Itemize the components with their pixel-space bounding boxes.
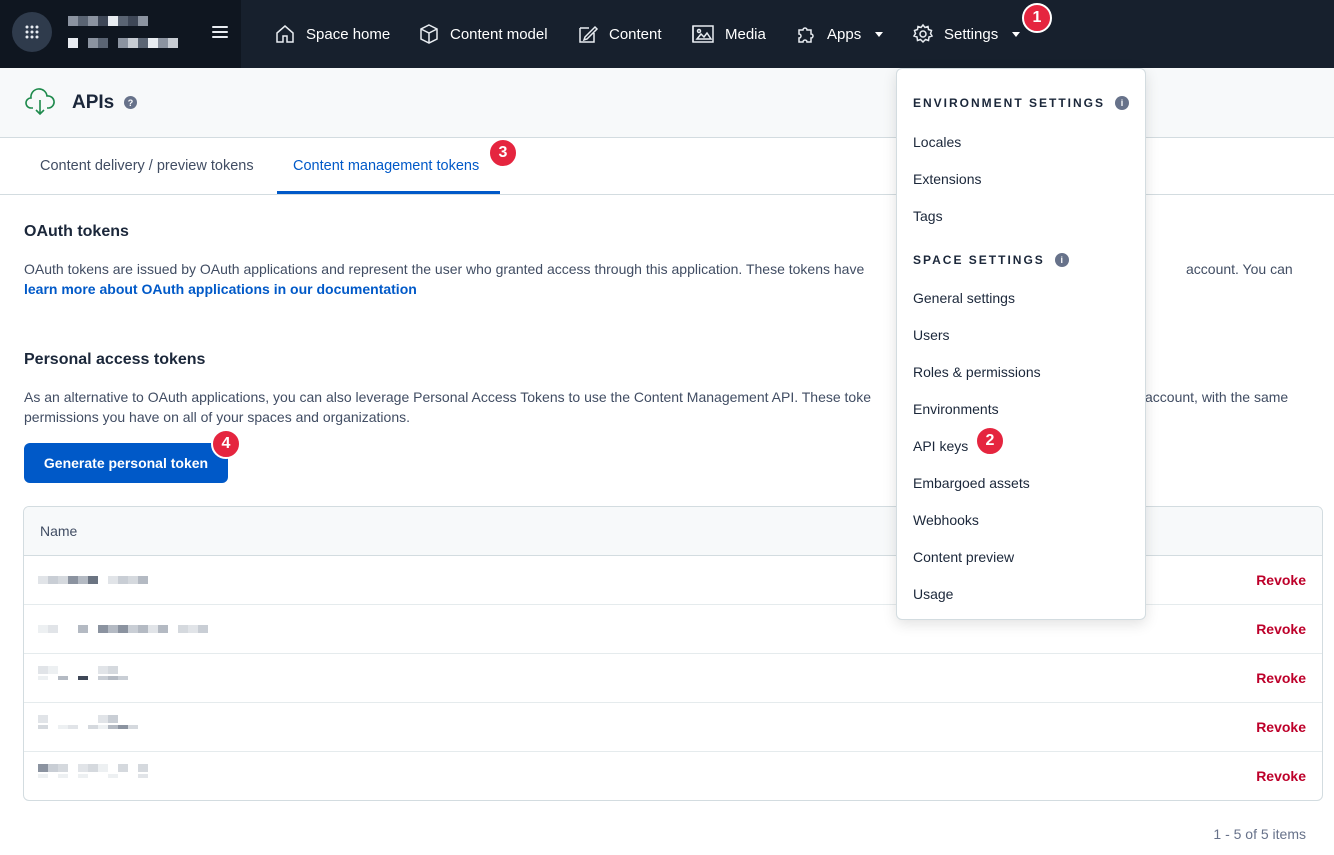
menu-item-api-keys[interactable]: API keys <box>913 438 968 454</box>
generate-token-button[interactable]: Generate personal token <box>24 443 228 483</box>
token-name-redacted <box>38 576 148 584</box>
menu-item-general-settings[interactable]: General settings <box>913 290 1015 306</box>
revoke-link[interactable]: Revoke <box>1256 621 1306 637</box>
menu-item-usage[interactable]: Usage <box>913 586 953 602</box>
menu-item-embargoed-assets[interactable]: Embargoed assets <box>913 475 1030 491</box>
step-badge-2: 2 <box>975 426 1005 456</box>
house-icon <box>276 25 294 43</box>
top-nav: Space home Content model Content Media A… <box>0 0 1334 68</box>
oauth-text: OAuth tokens are issued by OAuth applica… <box>24 261 865 277</box>
nav-content[interactable]: Content <box>577 20 662 48</box>
token-name-redacted <box>38 625 208 633</box>
nav-content-model[interactable]: Content model <box>418 20 548 48</box>
nav-label: Space home <box>306 25 391 43</box>
menu-item-environments[interactable]: Environments <box>913 401 999 417</box>
nav-label: Settings <box>944 25 999 43</box>
menu-item-roles-permissions[interactable]: Roles & permissions <box>913 364 1041 380</box>
grid-dots-icon <box>25 25 39 39</box>
cube-icon <box>420 24 438 44</box>
revoke-link[interactable]: Revoke <box>1256 572 1306 588</box>
token-name-redacted <box>38 715 138 729</box>
tab-content-delivery[interactable]: Content delivery / preview tokens <box>40 158 254 174</box>
revoke-link[interactable]: Revoke <box>1256 768 1306 784</box>
oauth-section-title: OAuth tokens <box>24 223 129 240</box>
image-icon <box>692 25 714 43</box>
revoke-link[interactable]: Revoke <box>1256 719 1306 735</box>
menu-toggle-button[interactable] <box>212 26 228 40</box>
info-icon[interactable]: i <box>1054 253 1069 267</box>
menu-item-users[interactable]: Users <box>913 327 950 343</box>
menu-item-extensions[interactable]: Extensions <box>913 171 981 187</box>
heading-label: ENVIRONMENT SETTINGS <box>913 96 1106 110</box>
nav-label: Apps <box>827 25 862 43</box>
nav-settings[interactable]: Settings <box>912 20 1021 48</box>
step-badge-3: 3 <box>488 138 518 168</box>
cloud-upload-icon <box>25 88 55 116</box>
info-icon[interactable]: i <box>1115 96 1130 110</box>
menu-item-webhooks[interactable]: Webhooks <box>913 512 979 528</box>
menu-item-tags[interactable]: Tags <box>913 208 943 224</box>
nav-label: Media <box>725 25 766 43</box>
space-name-redacted[interactable] <box>68 16 180 50</box>
nav-label: Content model <box>450 25 548 43</box>
app-launcher-button[interactable] <box>12 12 52 52</box>
chevron-down-icon <box>1012 31 1021 37</box>
table-row: Revoke <box>24 654 1322 703</box>
pat-text-end: account, with the same <box>1145 389 1289 405</box>
pat-text: As an alternative to OAuth applications,… <box>24 389 871 405</box>
edit-icon <box>579 25 599 43</box>
settings-dropdown: ENVIRONMENT SETTINGS i Locales Extension… <box>896 68 1146 620</box>
tab-content-management[interactable]: Content management tokens <box>293 158 479 174</box>
pat-section-title: Personal access tokens <box>24 351 206 368</box>
oauth-text-end: account. You can <box>1186 261 1293 277</box>
environment-settings-heading: ENVIRONMENT SETTINGS i <box>913 96 1130 110</box>
table-row: Revoke <box>24 752 1322 800</box>
help-icon[interactable]: ? <box>124 96 137 109</box>
nav-media[interactable]: Media <box>691 20 766 48</box>
step-badge-1: 1 <box>1022 3 1052 33</box>
space-settings-heading: SPACE SETTINGS i <box>913 253 1069 267</box>
nav-apps[interactable]: Apps <box>795 20 884 48</box>
nav-space-home[interactable]: Space home <box>274 20 390 48</box>
pat-text-2: permissions you have on all of your spac… <box>24 409 410 425</box>
revoke-link[interactable]: Revoke <box>1256 670 1306 686</box>
menu-item-locales[interactable]: Locales <box>913 134 961 150</box>
step-badge-4: 4 <box>211 429 241 459</box>
page-title: APIs <box>72 92 115 113</box>
active-tab-indicator <box>277 191 500 194</box>
puzzle-icon <box>798 27 814 43</box>
heading-label: SPACE SETTINGS <box>913 253 1045 267</box>
org-switcher-area <box>0 0 241 68</box>
gear-icon <box>912 23 934 44</box>
menu-item-content-preview[interactable]: Content preview <box>913 549 1014 565</box>
token-name-redacted <box>38 764 148 778</box>
nav-label: Content <box>609 25 662 43</box>
chevron-down-icon <box>875 31 884 37</box>
column-header-name: Name <box>40 523 78 539</box>
token-name-redacted <box>38 666 128 680</box>
oauth-docs-link[interactable]: learn more about OAuth applications in o… <box>24 281 417 297</box>
table-row: Revoke <box>24 703 1322 752</box>
pagination-info: 1 - 5 of 5 items <box>1213 826 1306 842</box>
